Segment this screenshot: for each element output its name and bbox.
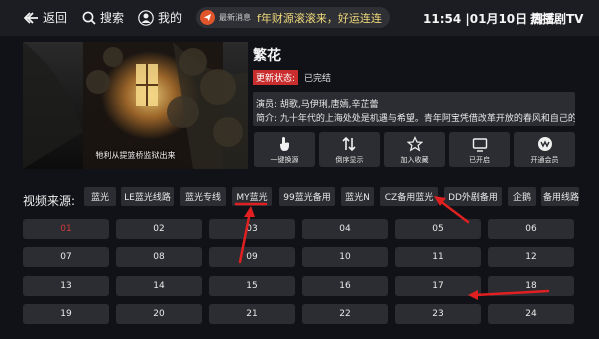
annotation-arrow: [238, 210, 252, 264]
annotation-arrowhead: [244, 206, 255, 217]
annotation-arrow: [474, 289, 550, 297]
annotation-arrowhead: [468, 290, 478, 300]
annotation-arrow: [438, 199, 470, 224]
annotation-overlay: [234, 196, 550, 300]
